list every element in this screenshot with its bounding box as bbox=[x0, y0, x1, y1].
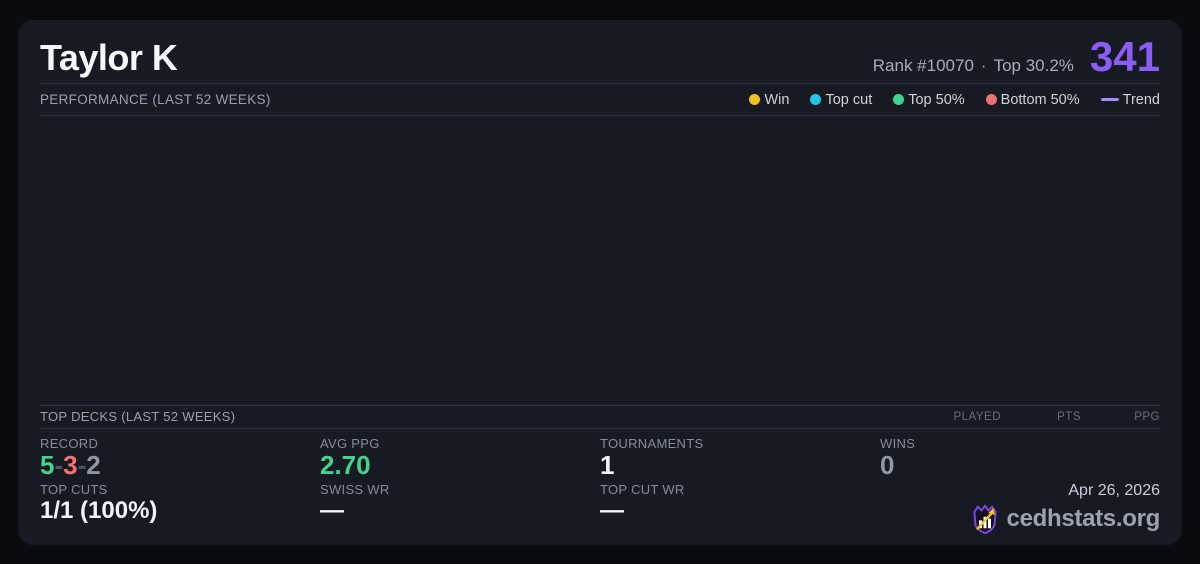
stat-swiss-wr: SWISS WR — bbox=[320, 482, 600, 535]
brand-name: cedhstats.org bbox=[1006, 505, 1161, 532]
legend-label: Top 50% bbox=[908, 91, 965, 108]
record-draws: 2 bbox=[86, 449, 101, 480]
rank-text: Rank #10070 bbox=[872, 56, 974, 75]
cedhstats-logo-icon bbox=[972, 504, 997, 535]
stat-avg-ppg: AVG PPG 2.70 bbox=[320, 436, 600, 479]
legend-item-bottom-50: Bottom 50% bbox=[985, 91, 1080, 108]
legend-item-top-50: Top 50% bbox=[893, 91, 965, 108]
stat-label: RECORD bbox=[40, 435, 99, 451]
swiss-wr-value: — bbox=[320, 497, 344, 524]
wins-value: 0 bbox=[880, 449, 895, 480]
top-decks-header-row: TOP DECKS (LAST 52 WEEKS) PLAYED PTS PPG bbox=[18, 406, 1182, 428]
column-header-ppg: PPG bbox=[1134, 410, 1160, 423]
top-50-dot-icon bbox=[893, 94, 905, 105]
chart-legend: Win Top cut Top 50% Bottom 50% Trend bbox=[749, 92, 1160, 108]
top-cut-wr-value: — bbox=[600, 497, 624, 524]
header-right: Rank #10070 · Top 30.2% 341 bbox=[873, 33, 1160, 80]
record-separator: - bbox=[54, 449, 64, 480]
stat-label: TOURNAMENTS bbox=[600, 435, 704, 451]
legend-label: Top cut bbox=[825, 91, 873, 108]
legend-item-top-cut: Top cut bbox=[810, 92, 872, 108]
top-cuts-value: 1/1 (100%) bbox=[40, 497, 158, 524]
record-wins: 5 bbox=[40, 449, 55, 480]
legend-item-win: Win bbox=[749, 92, 789, 108]
stat-label: TOP CUT WR bbox=[600, 482, 685, 497]
page-title: Taylor K bbox=[40, 37, 178, 78]
stat-label: WINS bbox=[880, 435, 916, 451]
record-separator: - bbox=[77, 449, 87, 480]
card-date: Apr 26, 2026 bbox=[1068, 482, 1160, 499]
column-header-played: PLAYED bbox=[953, 410, 1001, 423]
stat-wins: WINS 0 bbox=[880, 436, 1160, 479]
top-decks-column-headers: PLAYED PTS PPG bbox=[921, 411, 1160, 423]
footer: Apr 26, 2026 cedhstats.org bbox=[880, 482, 1160, 535]
top-decks-heading: TOP DECKS (LAST 52 WEEKS) bbox=[40, 409, 236, 425]
legend-item-trend: Trend bbox=[1100, 91, 1160, 108]
card-header: Taylor K Rank #10070 · Top 30.2% 341 bbox=[18, 20, 1182, 83]
record-value: 5-3-2 bbox=[40, 449, 320, 480]
top-cut-dot-icon bbox=[810, 94, 822, 105]
stat-label: TOP CUTS bbox=[40, 482, 108, 497]
column-header-pts: PTS bbox=[1057, 410, 1081, 423]
stats-grid: RECORD 5-3-2 AVG PPG 2.70 TOURNAMENTS 1 … bbox=[18, 429, 1182, 545]
stat-top-cut-wr: TOP CUT WR — bbox=[600, 482, 880, 535]
stat-top-cuts: TOP CUTS 1/1 (100%) bbox=[40, 482, 320, 535]
legend-label: Bottom 50% bbox=[1000, 91, 1080, 108]
stat-tournaments: TOURNAMENTS 1 bbox=[600, 436, 880, 479]
top-percent-text: Top 30.2% bbox=[993, 56, 1074, 75]
legend-label: Trend bbox=[1122, 91, 1160, 108]
brand: cedhstats.org bbox=[970, 503, 1160, 535]
win-dot-icon bbox=[749, 94, 761, 105]
rank-separator: · bbox=[980, 56, 987, 75]
performance-chart-area bbox=[18, 116, 1182, 405]
player-stats-card: Taylor K Rank #10070 · Top 30.2% 341 PERFO… bbox=[18, 20, 1182, 545]
avg-ppg-value: 2.70 bbox=[320, 449, 371, 480]
trend-line-icon bbox=[1100, 98, 1119, 101]
bottom-50-dot-icon bbox=[985, 94, 997, 105]
stat-record: RECORD 5-3-2 bbox=[40, 436, 320, 479]
stat-label: AVG PPG bbox=[320, 435, 380, 451]
rank-line: Rank #10070 · Top 30.2% bbox=[873, 56, 1074, 76]
elo-score: 341 bbox=[1089, 33, 1160, 80]
performance-header-row: PERFORMANCE (LAST 52 WEEKS) Win Top cut … bbox=[18, 84, 1182, 115]
legend-label: Win bbox=[764, 91, 790, 108]
performance-heading: PERFORMANCE (LAST 52 WEEKS) bbox=[40, 92, 271, 107]
stat-label: SWISS WR bbox=[320, 482, 390, 497]
tournaments-value: 1 bbox=[600, 449, 615, 480]
record-losses: 3 bbox=[63, 449, 78, 480]
